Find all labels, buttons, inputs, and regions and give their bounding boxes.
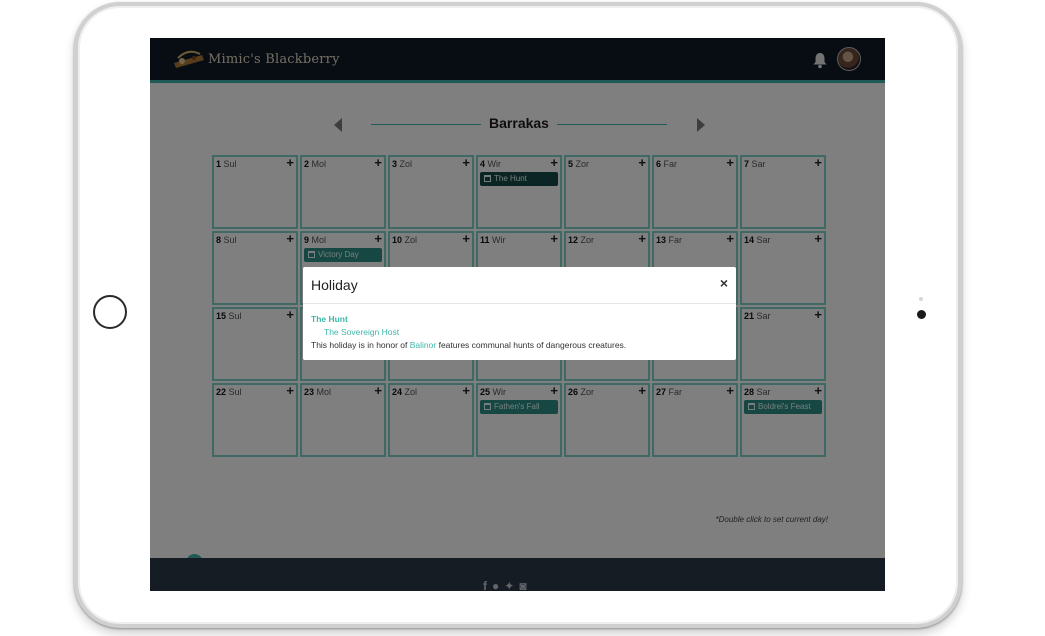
modal-header: Holiday × (303, 267, 736, 304)
holiday-deity: The Sovereign Host (324, 327, 400, 337)
balinor-link[interactable]: Balinor (410, 340, 436, 350)
home-button[interactable] (93, 295, 127, 329)
close-icon[interactable]: × (720, 275, 728, 291)
app-screen: Mimic's Blackberry Barrakas 1 Sul+2 Mol+… (150, 38, 885, 591)
holiday-name: The Hunt (311, 314, 348, 324)
modal-title: Holiday (311, 277, 358, 293)
camera-dot (917, 310, 926, 319)
sensor-dot (919, 297, 923, 301)
modal-body: The Hunt The Sovereign Host This holiday… (303, 304, 736, 361)
holiday-modal: Holiday × The Hunt The Sovereign Host Th… (303, 267, 736, 360)
holiday-description: This holiday is in honor of Balinor feat… (311, 339, 728, 352)
description-prefix: This holiday is in honor of (311, 340, 410, 350)
description-suffix: features communal hunts of dangerous cre… (436, 340, 627, 350)
